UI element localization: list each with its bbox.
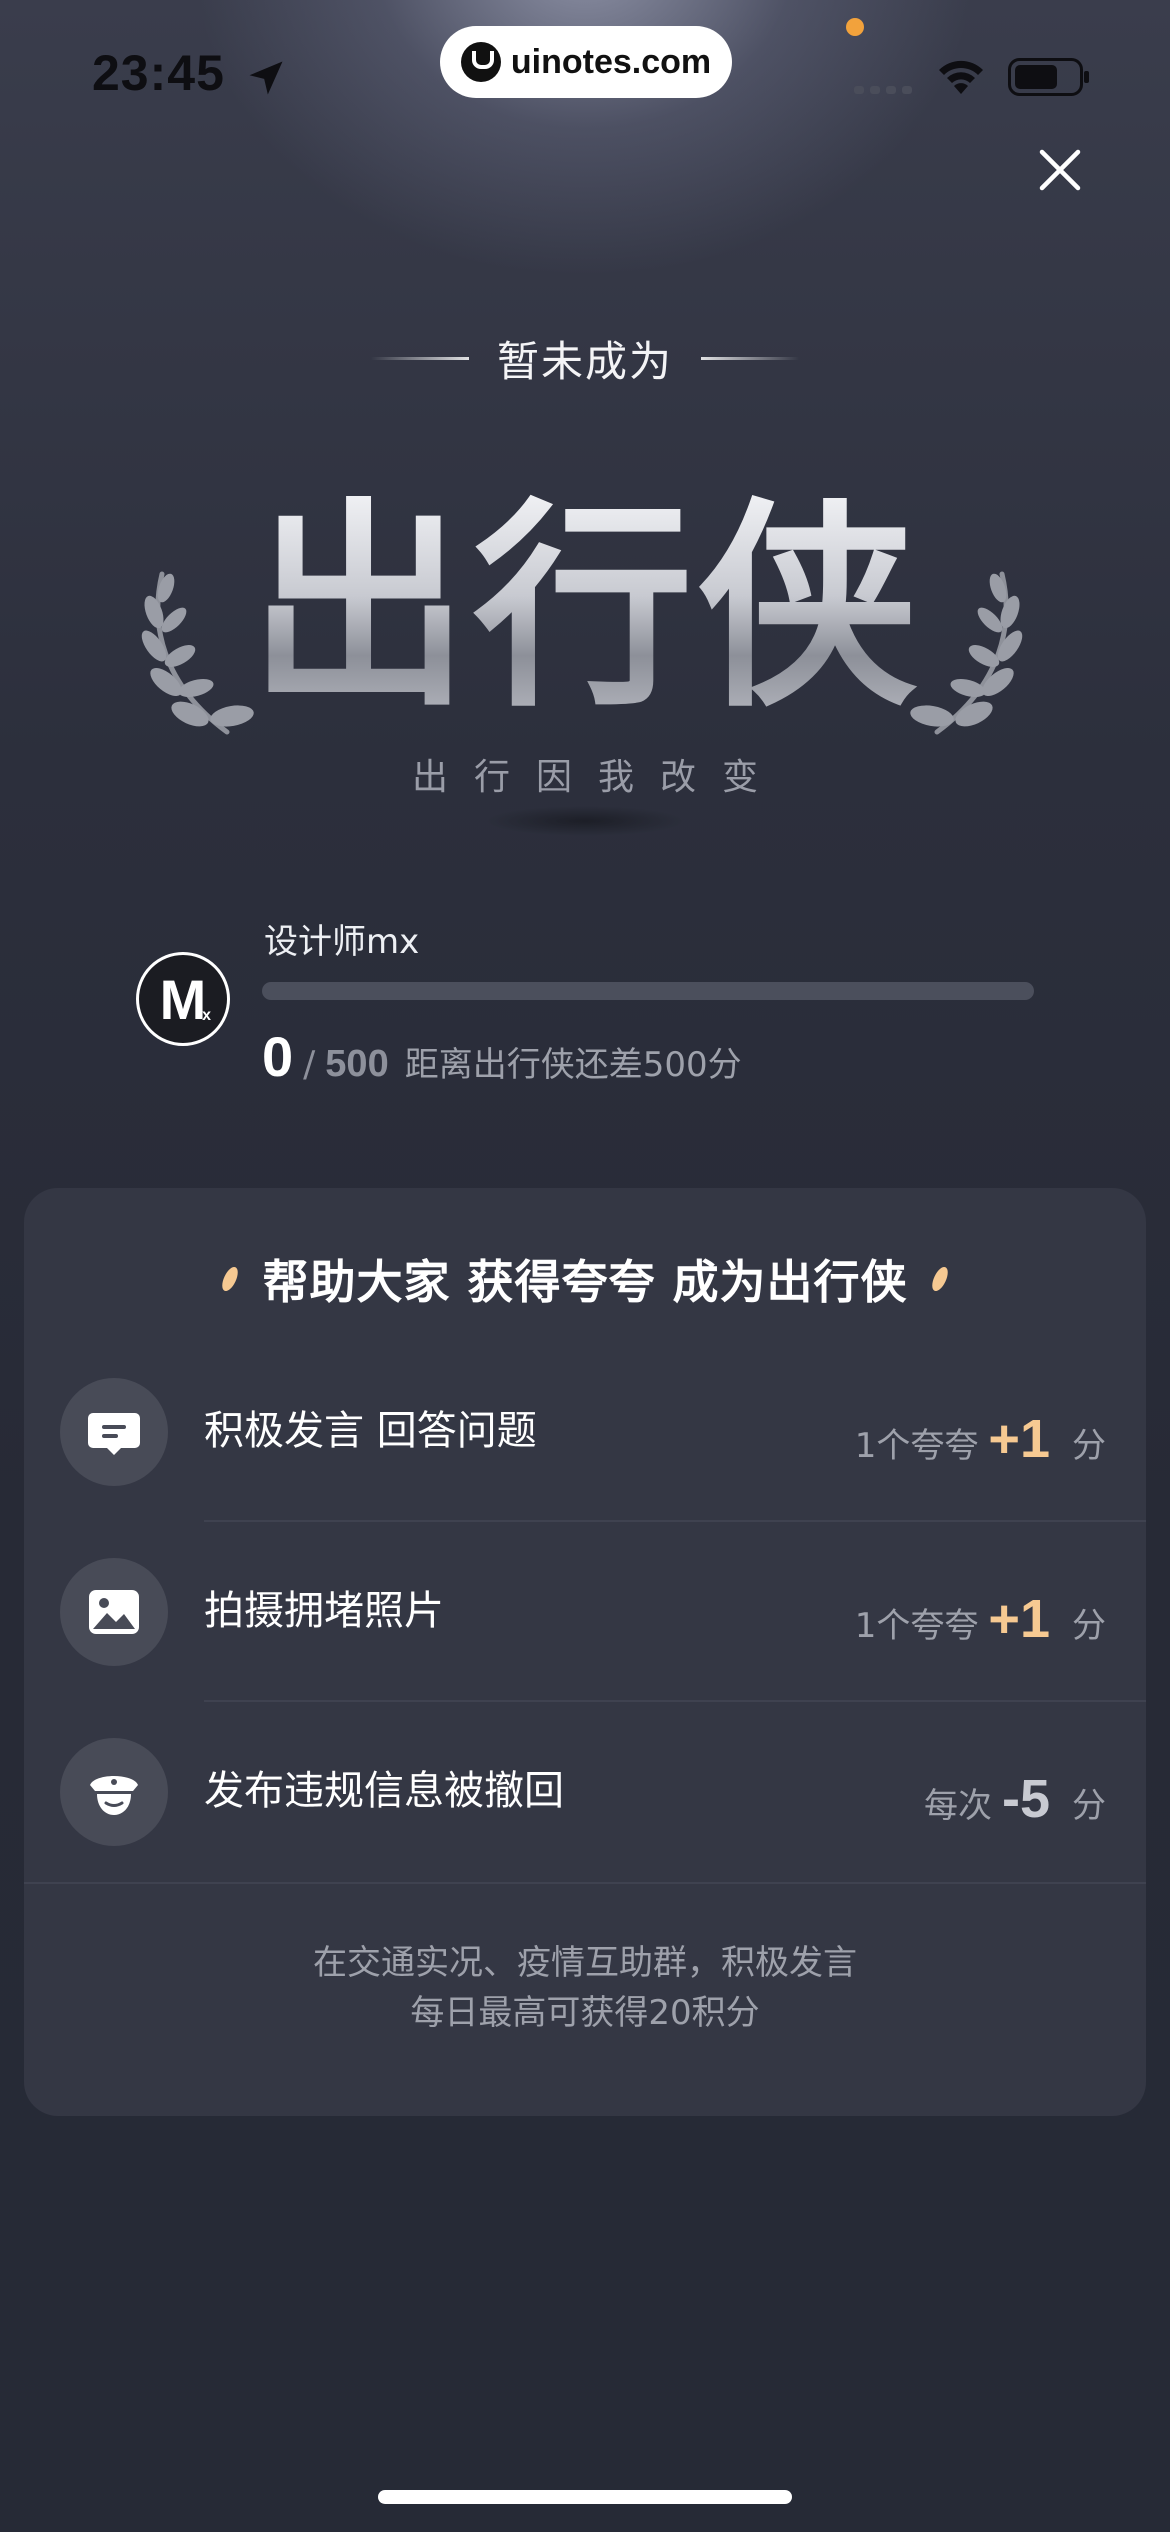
avatar[interactable]: M x xyxy=(136,952,230,1046)
task-card-header: 帮助大家 获得夸夸 成为出行侠 xyxy=(24,1246,1146,1312)
reward-label: 每次 xyxy=(923,1786,992,1826)
task-row-congestion-photo[interactable]: 拍摄拥堵照片 1个夸夸 +1 分 xyxy=(24,1522,1146,1702)
url-pill[interactable]: uinotes.com xyxy=(440,26,732,98)
user-name: 设计师mx xyxy=(264,922,420,962)
score-current: 0 xyxy=(262,1025,294,1088)
photo-icon xyxy=(89,1590,139,1634)
reward-points: +1 xyxy=(988,1409,1050,1469)
url-text: uinotes.com xyxy=(510,42,712,81)
status-time: 23:45 xyxy=(92,45,225,101)
progress-bar xyxy=(262,982,1034,1000)
task-card-footer: 在交通实况、疫情互助群，积极发言 每日最高可获得20积分 xyxy=(24,1938,1146,2038)
battery-icon xyxy=(1008,58,1089,96)
hero-slogan: 出行因我改变 xyxy=(411,757,784,798)
task-title: 拍摄拥堵照片 xyxy=(204,1588,444,1634)
task-title: 积极发言 回答问题 xyxy=(204,1408,537,1454)
home-indicator[interactable] xyxy=(378,2490,792,2504)
task-icon-circle xyxy=(60,1558,168,1666)
spark-right-icon xyxy=(931,1266,948,1292)
task-icon-circle xyxy=(60,1738,168,1846)
task-icon-circle xyxy=(60,1378,168,1486)
task-row-violation-withdrawn[interactable]: 发布违规信息被撤回 每次 -5 分 xyxy=(24,1702,1146,1882)
close-icon[interactable] xyxy=(1036,146,1084,194)
footer-line-1: 在交通实况、疫情互助群，积极发言 xyxy=(313,1943,857,1983)
police-officer-icon xyxy=(90,1776,138,1815)
reward-unit: 分 xyxy=(1072,1426,1106,1466)
task-reward: 1个夸夸 +1 分 xyxy=(855,1588,1106,1650)
spark-left-icon xyxy=(222,1266,239,1292)
footer-line-2: 每日最高可获得20积分 xyxy=(410,1993,760,2033)
task-reward: 1个夸夸 +1 分 xyxy=(855,1408,1106,1470)
hero-subtitle-row: 暂未成为 xyxy=(0,328,1170,389)
subtitle-left-line xyxy=(370,357,469,360)
score-total: 500 xyxy=(325,1043,389,1085)
subtitle-right-line xyxy=(701,357,799,360)
card-footer-divider xyxy=(24,1882,1146,1884)
avatar-sub-letter: x xyxy=(202,1007,211,1024)
hero-shadow xyxy=(485,806,685,836)
reward-unit: 分 xyxy=(1072,1606,1106,1646)
reward-label: 1个夸夸 xyxy=(854,1606,979,1646)
hero-title: 出行侠 xyxy=(0,488,1170,728)
wifi-icon xyxy=(939,60,983,94)
privacy-indicator-dot xyxy=(846,18,864,36)
score-separator: / xyxy=(303,1044,316,1085)
task-title: 发布违规信息被撤回 xyxy=(204,1768,564,1814)
reward-points: +1 xyxy=(988,1589,1050,1649)
reward-label: 1个夸夸 xyxy=(854,1426,979,1466)
uinotes-logo-icon xyxy=(460,42,501,82)
score-hint: 距离出行侠还差500分 xyxy=(404,1045,742,1085)
location-arrow-icon xyxy=(249,61,283,95)
reward-points: -5 xyxy=(1001,1769,1050,1829)
chat-bubble-icon xyxy=(88,1413,140,1455)
task-card-title: 帮助大家 获得夸夸 成为出行侠 xyxy=(262,1255,908,1309)
task-card: 帮助大家 获得夸夸 成为出行侠 积极发言 回答问题 1个夸夸 +1 分 拍摄拥堵… xyxy=(24,1188,1146,2116)
cellular-signal-icon xyxy=(854,86,912,94)
task-reward: 每次 -5 分 xyxy=(924,1768,1106,1830)
hero-subtitle: 暂未成为 xyxy=(496,337,673,386)
avatar-letter: M xyxy=(159,968,207,1031)
score-row: 0 / 500 距离出行侠还差500分 xyxy=(262,1024,742,1089)
task-row-answer-questions[interactable]: 积极发言 回答问题 1个夸夸 +1 分 xyxy=(24,1342,1146,1522)
reward-unit: 分 xyxy=(1072,1786,1106,1826)
